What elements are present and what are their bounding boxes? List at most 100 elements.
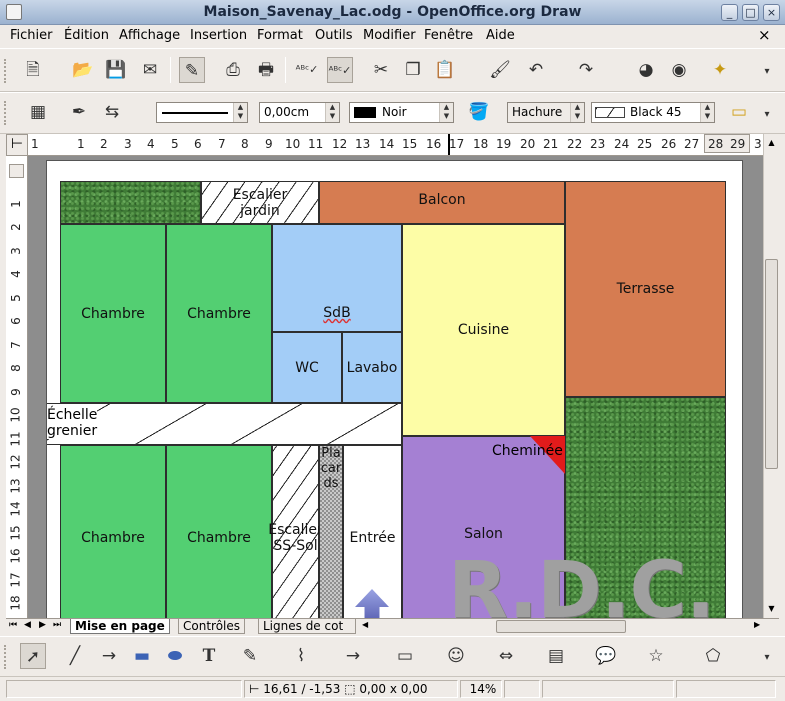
room-chambre-1[interactable]: Chambre xyxy=(60,224,166,403)
toolbar-grip[interactable] xyxy=(4,645,9,669)
menu-fenetre[interactable]: Fenêtre xyxy=(424,28,473,43)
email-icon[interactable]: ✉ xyxy=(137,57,163,83)
room-escalier-jardin[interactable]: Escalier jardin xyxy=(201,181,319,224)
lines-arrows-icon[interactable]: → xyxy=(340,643,366,669)
basic-shapes-icon[interactable]: ▭ xyxy=(392,643,418,669)
line-icon[interactable]: ✒ xyxy=(66,99,92,125)
symbol-shapes-icon[interactable]: ☺ xyxy=(443,643,469,669)
cut-icon[interactable]: ✂ xyxy=(368,57,394,83)
horizontal-ruler[interactable]: 1 1 2 3 4 5 6 7 8 9 10 11 12 13 14 15 16… xyxy=(28,134,763,156)
line-style-select[interactable]: ▲ ▼ xyxy=(156,102,248,123)
toolbar-overflow-icon[interactable]: ▾ xyxy=(760,645,774,671)
select-arrow-icon[interactable]: ➚ xyxy=(20,643,46,669)
tab-controles[interactable]: Contrôles xyxy=(178,619,246,634)
new-document-icon[interactable]: 🗎 xyxy=(20,57,46,83)
toolbar-grip[interactable] xyxy=(4,101,9,125)
export-pdf-icon[interactable]: ⎙ xyxy=(220,57,246,83)
redo-icon[interactable]: ↷ xyxy=(573,57,599,83)
menu-modifier[interactable]: Modifier xyxy=(363,28,416,43)
room-chambre-4[interactable]: Chambre xyxy=(166,445,272,618)
stars-icon[interactable]: ☆ xyxy=(643,643,669,669)
ellipse-tool-icon[interactable]: ⬬ xyxy=(162,643,188,669)
menu-fichier[interactable]: Fichier xyxy=(10,28,53,43)
menu-format[interactable]: Format xyxy=(257,28,303,43)
auto-spellcheck-icon[interactable]: ᴬᴮᶜ✓ xyxy=(327,57,353,83)
scroll-left-icon[interactable]: ◀ xyxy=(362,620,368,629)
gallery-star-icon[interactable]: ✦ xyxy=(707,57,733,83)
area-type-select[interactable]: Hachure ▲ ▼ xyxy=(507,102,585,123)
scroll-up-icon[interactable]: ▲ xyxy=(765,136,778,149)
menu-aide[interactable]: Aide xyxy=(486,28,515,43)
room-terrasse[interactable]: Terrasse xyxy=(565,181,726,397)
line-arrow-tool-icon[interactable]: → xyxy=(96,643,122,669)
room-sdb[interactable]: SdB xyxy=(272,224,402,332)
rectangle-tool-icon[interactable]: ▬ xyxy=(129,643,155,669)
title-bar[interactable]: Maison_Savenay_Lac.odg - OpenOffice.org … xyxy=(0,0,785,25)
line-width-input[interactable]: 0,00cm ▲ ▼ xyxy=(259,102,340,123)
area-style-spin-icon[interactable]: ▲ ▼ xyxy=(700,103,714,122)
room-wc[interactable]: WC xyxy=(272,332,342,403)
toolbar-grip[interactable] xyxy=(4,59,9,83)
line-color-select[interactable]: Noir ▲ ▼ xyxy=(349,102,454,123)
toolbar-overflow-icon[interactable]: ▾ xyxy=(760,102,774,128)
ruler-corner[interactable]: ⊢ xyxy=(6,134,28,156)
minimize-button[interactable]: _ xyxy=(721,4,738,21)
curve-tool-icon[interactable]: ✎ xyxy=(237,643,263,669)
first-tab-icon[interactable]: ⏮ xyxy=(9,620,17,630)
garden-area[interactable] xyxy=(60,181,201,224)
area-fill-icon[interactable]: 🪣 xyxy=(466,99,492,125)
tab-mise-en-page[interactable]: Mise en page xyxy=(70,619,170,634)
scroll-right-icon[interactable]: ▶ xyxy=(754,620,760,629)
room-lavabo[interactable]: Lavabo xyxy=(342,332,402,403)
room-balcon[interactable]: Balcon xyxy=(319,181,565,224)
flowchart-icon[interactable]: ▤ xyxy=(543,643,569,669)
area-style-select[interactable]: Black 45 ▲ ▼ xyxy=(591,102,715,123)
callouts-icon[interactable]: 💬 xyxy=(593,643,619,669)
vertical-scroll-thumb[interactable] xyxy=(765,259,778,469)
edit-mode-icon[interactable]: ✎ xyxy=(179,57,205,83)
print-icon[interactable]: 🖶 xyxy=(253,57,279,83)
drawing-canvas[interactable]: Escalier jardin Balcon Terrasse Chambre … xyxy=(28,156,763,618)
copy-icon[interactable]: ❐ xyxy=(400,57,426,83)
toolbar-overflow-icon[interactable]: ▾ xyxy=(760,59,774,85)
save-icon[interactable]: 💾 xyxy=(103,57,129,83)
close-window-button[interactable]: × xyxy=(763,4,780,21)
line-color-spin-icon[interactable]: ▲ ▼ xyxy=(439,103,453,122)
text-tool-icon[interactable]: T xyxy=(196,643,222,669)
prev-tab-icon[interactable]: ◀ xyxy=(24,620,31,630)
undo-icon[interactable]: ↶ xyxy=(523,57,549,83)
menu-outils[interactable]: Outils xyxy=(315,28,353,43)
zoom-value[interactable]: 14% xyxy=(460,680,502,698)
room-chambre-2[interactable]: Chambre xyxy=(166,224,272,403)
open-folder-icon[interactable]: 📂 xyxy=(70,57,96,83)
styles-icon[interactable]: ▦ xyxy=(25,99,51,125)
corridor[interactable] xyxy=(47,403,402,445)
close-document-icon[interactable]: × xyxy=(758,26,771,44)
tab-lignes-de-cotation[interactable]: Lignes de cot xyxy=(258,619,356,634)
last-tab-icon[interactable]: ⏭ xyxy=(53,620,61,630)
chart-icon[interactable]: ◕ xyxy=(633,57,659,83)
drawing-page[interactable]: Escalier jardin Balcon Terrasse Chambre … xyxy=(46,160,743,618)
paste-icon[interactable]: 📋 xyxy=(432,57,458,83)
vertical-ruler[interactable]: 1 2 3 4 5 6 7 8 9 10 11 12 13 14 15 16 1… xyxy=(6,156,28,618)
line-width-spin-icon[interactable]: ▲ ▼ xyxy=(325,103,339,122)
next-tab-icon[interactable]: ▶ xyxy=(39,620,46,630)
line-style-spin-icon[interactable]: ▲ ▼ xyxy=(233,103,247,122)
line-tool-icon[interactable]: ╱ xyxy=(62,643,88,669)
format-paintbrush-icon[interactable]: 🖌 xyxy=(487,57,513,83)
connector-tool-icon[interactable]: ⌇ xyxy=(288,643,314,669)
menu-edition[interactable]: Édition xyxy=(64,28,109,43)
arrow-style-icon[interactable]: ⇆ xyxy=(99,99,125,125)
menu-affichage[interactable]: Affichage xyxy=(119,28,180,43)
room-placards[interactable]: Pla car ds xyxy=(319,445,343,618)
block-arrows-icon[interactable]: ⇔ xyxy=(493,643,519,669)
scroll-down-icon[interactable]: ▼ xyxy=(765,602,778,615)
horizontal-scroll-thumb[interactable] xyxy=(496,620,626,633)
spellcheck-icon[interactable]: ᴬᴮᶜ✓ xyxy=(294,57,320,83)
navigator-icon[interactable]: ◉ xyxy=(666,57,692,83)
maximize-button[interactable]: □ xyxy=(742,4,759,21)
vertical-scrollbar[interactable]: ▲ ▼ xyxy=(763,134,779,618)
area-type-spin-icon[interactable]: ▲ ▼ xyxy=(570,103,584,122)
menu-insertion[interactable]: Insertion xyxy=(190,28,247,43)
shadow-icon[interactable]: ▭ xyxy=(726,99,752,125)
